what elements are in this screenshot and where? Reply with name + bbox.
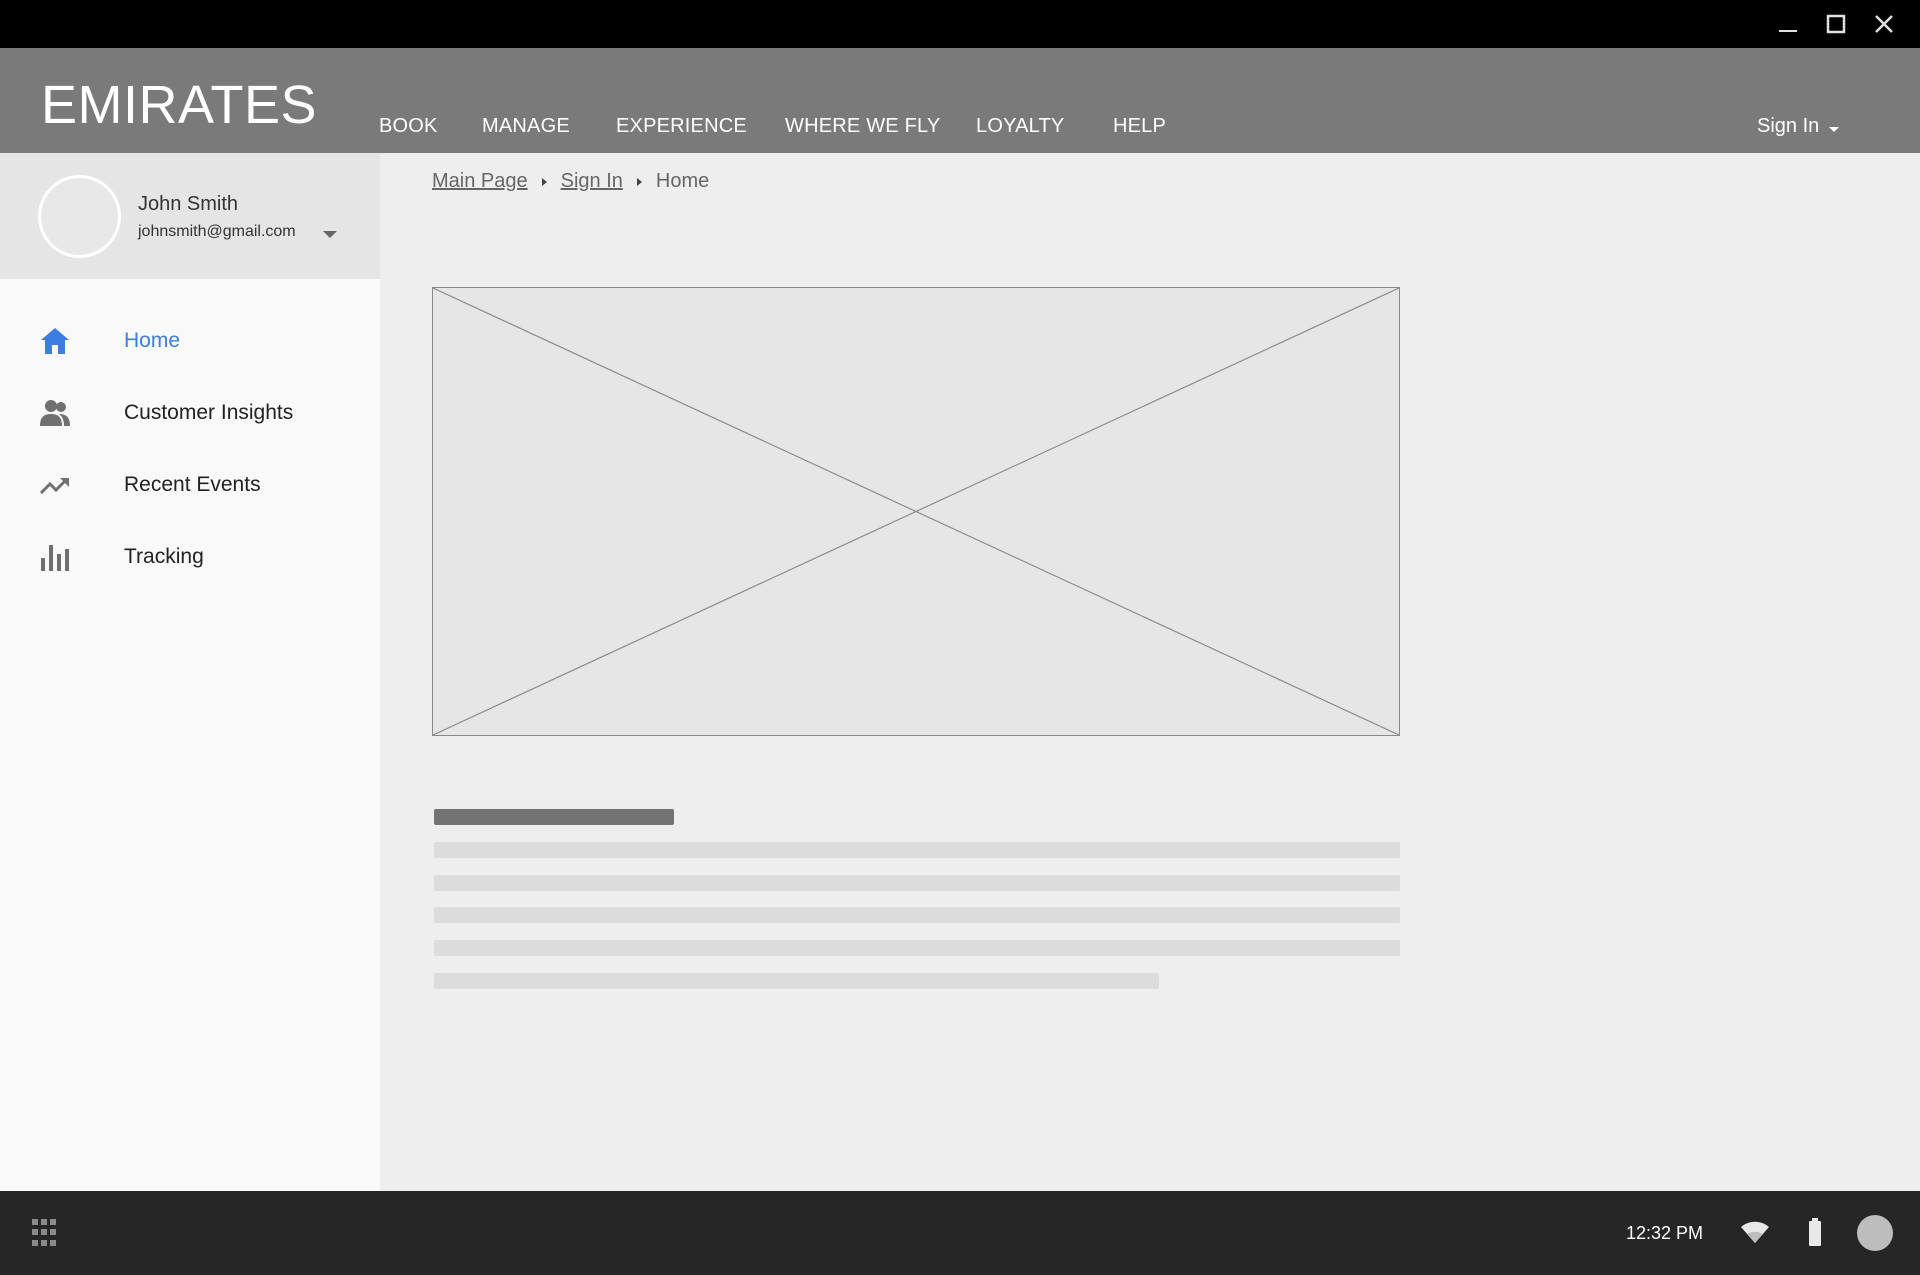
breadcrumb-main-page[interactable]: Main Page [432, 170, 528, 193]
text-placeholder-line [434, 842, 1400, 858]
nav-loyalty[interactable]: LOYALTY [976, 115, 1064, 138]
maximize-icon[interactable] [1822, 10, 1850, 38]
top-navigation: EMIRATES BOOK MANAGE EXPERIENCE WHERE WE… [0, 48, 1920, 153]
breadcrumb-current: Home [655, 170, 710, 192]
sidebar-item-recent-events[interactable]: Recent Events [0, 457, 380, 513]
sidebar-item-label: Home [124, 329, 181, 352]
sign-in-dropdown[interactable]: Sign In [1757, 115, 1840, 138]
nav-manage[interactable]: MANAGE [482, 115, 570, 138]
battery-icon[interactable] [1808, 1217, 1822, 1247]
nav-experience[interactable]: EXPERIENCE [616, 115, 747, 138]
close-icon[interactable] [1870, 10, 1898, 38]
nav-help[interactable]: HELP [1113, 115, 1166, 138]
text-placeholder-line [434, 940, 1400, 956]
sidebar-item-home[interactable]: Home [0, 313, 380, 369]
wifi-icon[interactable] [1740, 1219, 1770, 1245]
brand-logo[interactable]: EMIRATES [41, 74, 317, 136]
text-placeholder-line [434, 875, 1400, 891]
home-icon [38, 325, 72, 357]
trending-up-icon [38, 469, 72, 501]
avatar[interactable] [38, 175, 121, 258]
nav-book[interactable]: BOOK [379, 115, 438, 138]
breadcrumb-separator-icon [636, 177, 642, 186]
sidebar-item-tracking[interactable]: Tracking [0, 529, 380, 585]
bar-chart-icon [38, 541, 72, 573]
text-placeholder-heading [434, 809, 674, 825]
sidebar-item-label: Recent Events [124, 473, 261, 496]
breadcrumb: Main Page Sign In Home [432, 170, 709, 193]
text-placeholder-line [434, 907, 1400, 923]
sidebar-item-customer-insights[interactable]: Customer Insights [0, 385, 380, 441]
nav-where-we-fly[interactable]: WHERE WE FLY [785, 115, 940, 138]
user-profile: John Smith johnsmith@gmail.com [0, 153, 380, 279]
account-dropdown-icon[interactable] [323, 231, 337, 238]
user-email: johnsmith@gmail.com [138, 223, 296, 240]
image-placeholder-cross [433, 288, 1399, 735]
system-clock[interactable]: 12:32 PM [1626, 1223, 1703, 1244]
minimize-icon[interactable] [1774, 10, 1802, 38]
chevron-down-icon [1829, 127, 1840, 132]
taskbar: 12:32 PM [0, 1191, 1920, 1275]
sign-in-label: Sign In [1757, 115, 1820, 137]
window-titlebar [0, 0, 1920, 48]
people-icon [38, 397, 72, 429]
text-placeholder-line [434, 973, 1159, 989]
user-avatar[interactable] [1857, 1215, 1893, 1251]
sidebar-item-label: Tracking [124, 545, 204, 568]
image-placeholder [432, 287, 1400, 736]
breadcrumb-sign-in[interactable]: Sign In [561, 170, 623, 193]
sidebar-item-label: Customer Insights [124, 401, 294, 424]
launcher-icon[interactable] [32, 1219, 60, 1247]
sidebar: John Smith johnsmith@gmail.com Home Cust… [0, 153, 380, 1191]
breadcrumb-separator-icon [541, 177, 547, 186]
user-name: John Smith [138, 193, 239, 215]
